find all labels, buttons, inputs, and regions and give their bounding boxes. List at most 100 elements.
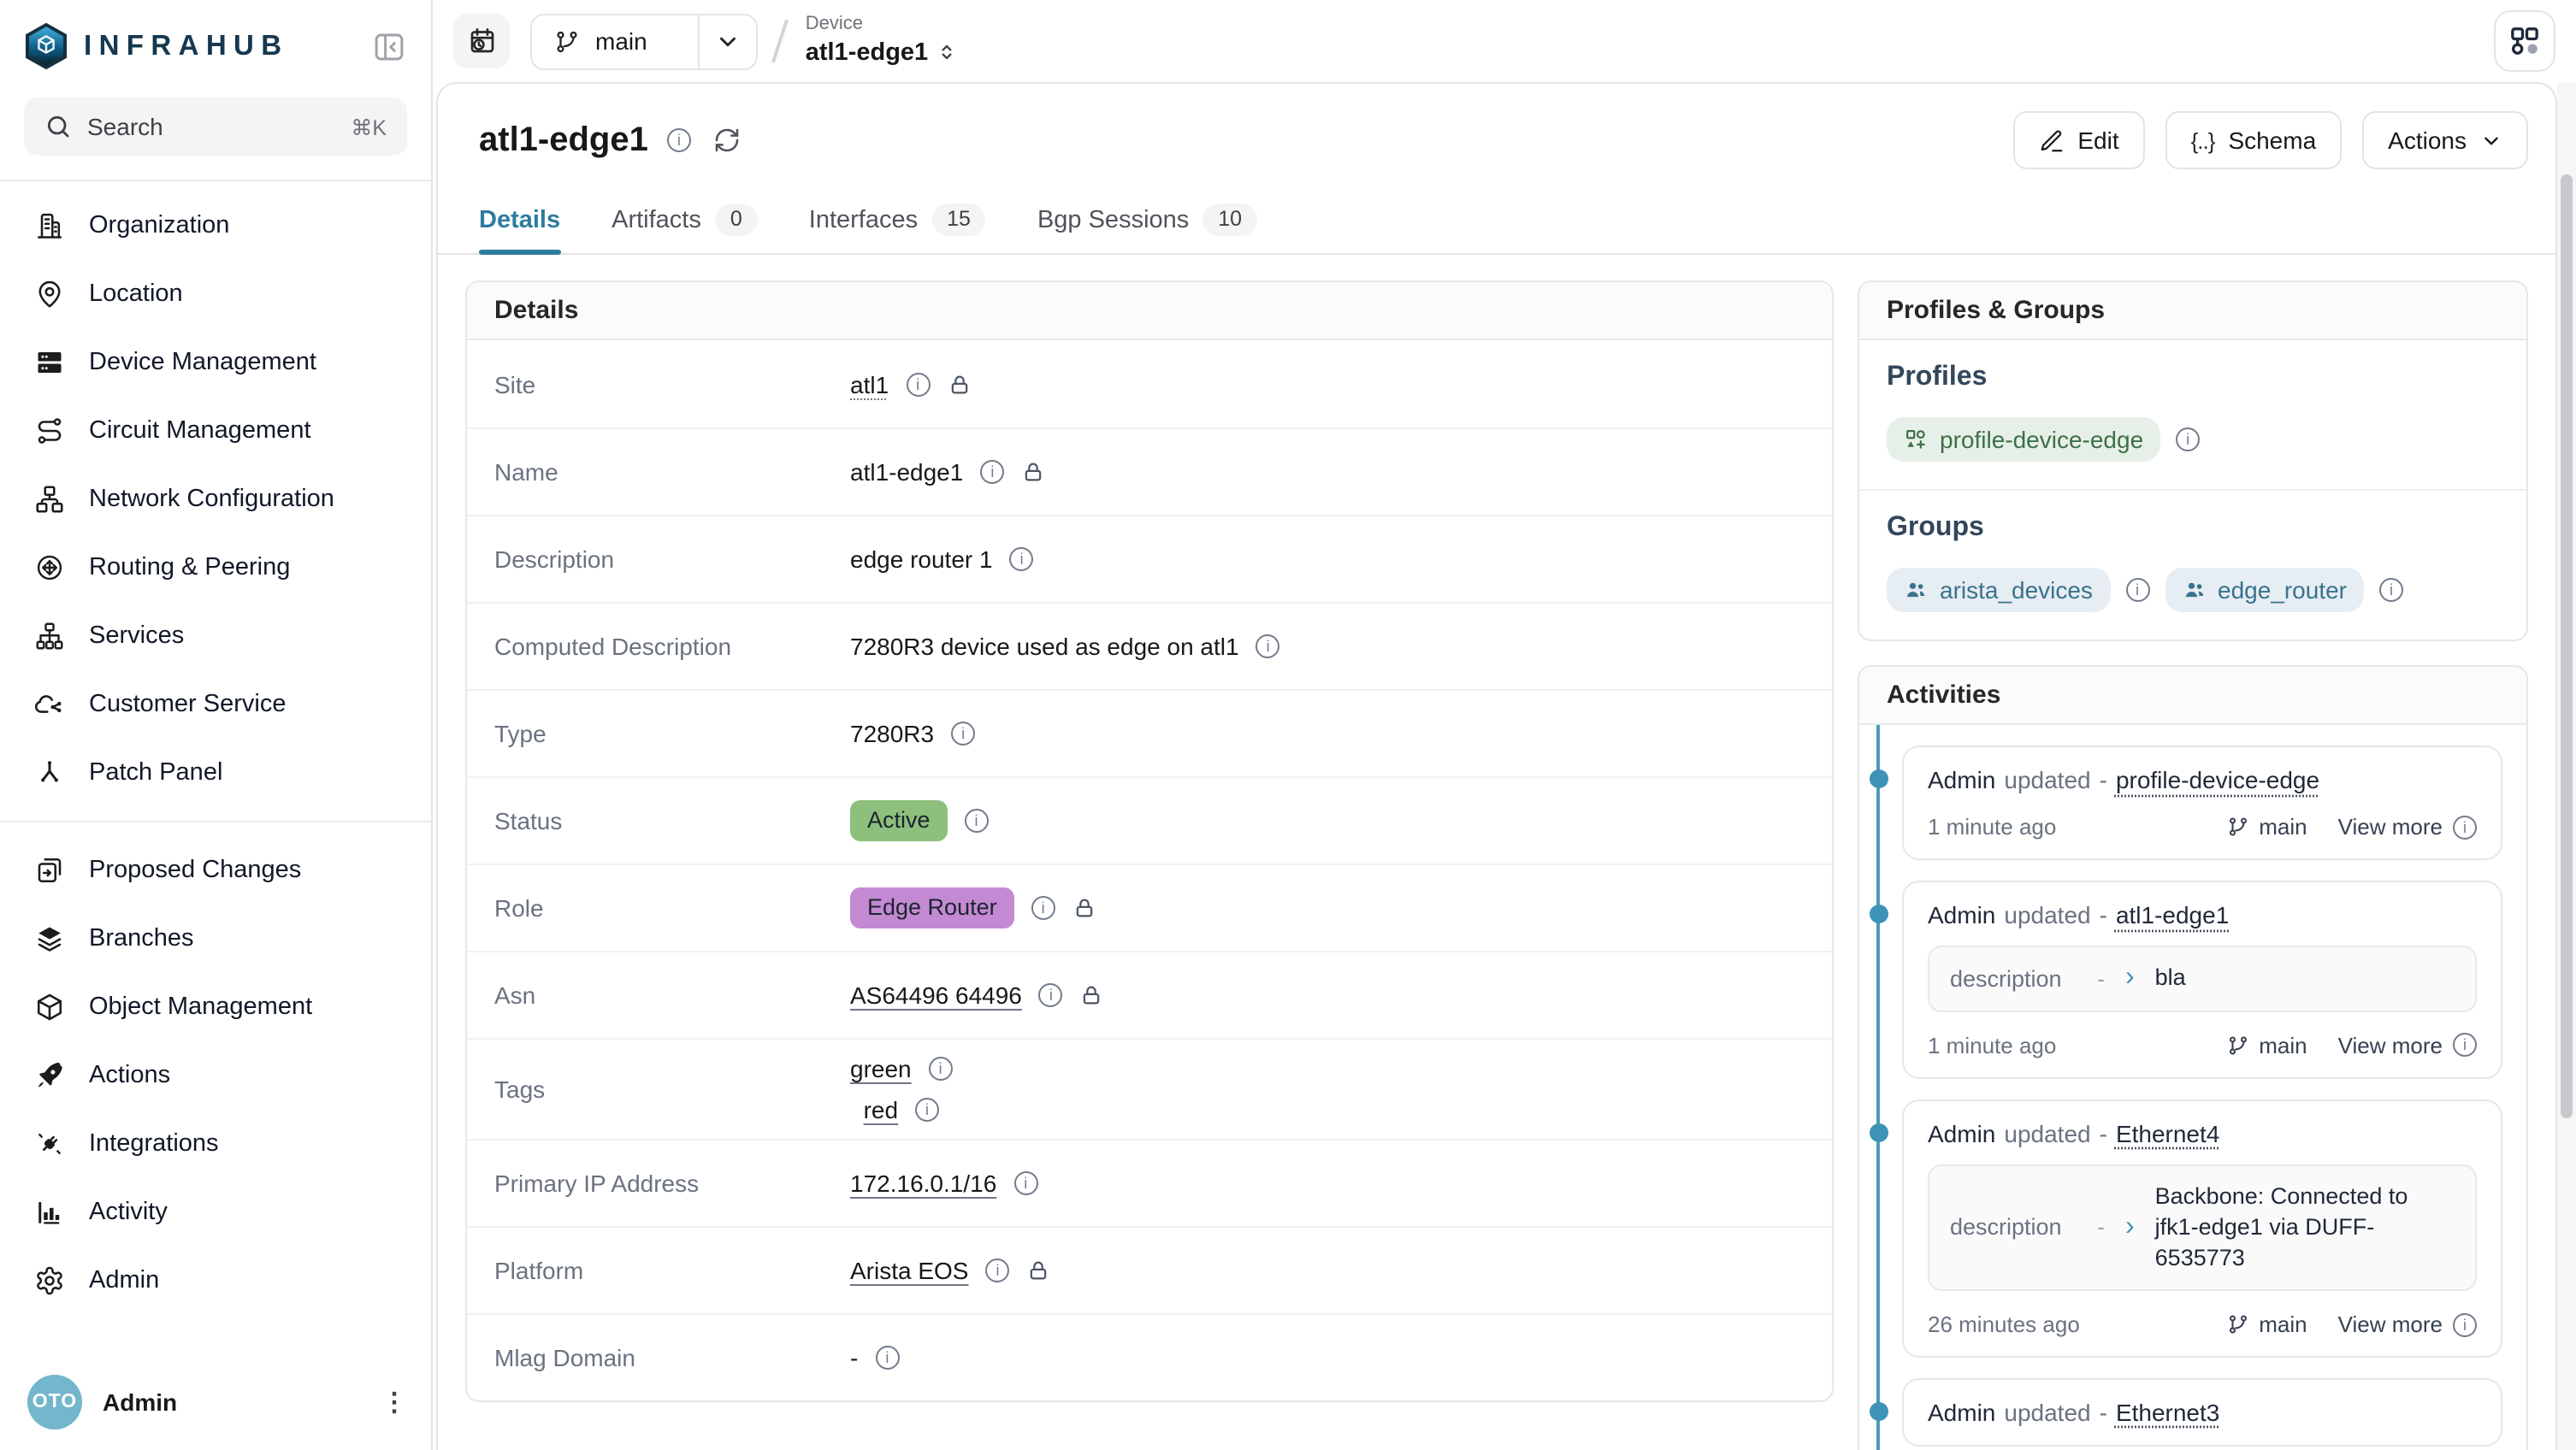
site-link[interactable]: atl1 <box>850 370 889 398</box>
sidebar-item-integrations[interactable]: Integrations <box>0 1110 431 1178</box>
tag-link-red[interactable]: red <box>864 1096 898 1123</box>
activity-time: 1 minute ago <box>1928 1032 2056 1058</box>
plug-icon <box>34 1129 65 1159</box>
activity-actor: Admin <box>1928 902 1995 929</box>
info-icon[interactable] <box>980 460 1004 484</box>
sidebar-item-object-management[interactable]: Object Management <box>0 973 431 1041</box>
info-icon[interactable] <box>2125 579 2149 603</box>
diff-field: description <box>1950 1215 2077 1241</box>
field-label: Status <box>494 807 850 834</box>
refresh-icon[interactable] <box>713 127 741 154</box>
branch-selector[interactable]: main <box>530 13 759 69</box>
branch-name: main <box>595 27 647 55</box>
scrollbar-thumb[interactable] <box>2561 174 2573 1118</box>
schema-visualizer-icon[interactable] <box>2494 10 2555 72</box>
bar-chart-icon <box>34 1197 65 1228</box>
sidebar-item-routing-peering[interactable]: Routing & Peering <box>0 533 431 602</box>
search-placeholder: Search <box>87 113 163 140</box>
info-icon[interactable] <box>2379 579 2403 603</box>
title-info-icon[interactable] <box>667 128 691 152</box>
map-pin-icon <box>34 279 65 309</box>
info-icon[interactable] <box>875 1346 899 1370</box>
info-icon[interactable] <box>1039 983 1063 1007</box>
group-chip-arista-devices[interactable]: arista_devices <box>1887 568 2110 612</box>
sidebar-item-device-management[interactable]: Device Management <box>0 328 431 397</box>
info-icon[interactable] <box>915 1098 939 1122</box>
view-more-link[interactable]: View more <box>2338 815 2477 840</box>
sidebar-item-admin[interactable]: Admin <box>0 1247 431 1315</box>
tab-bgp-sessions[interactable]: Bgp Sessions 10 <box>1037 186 1257 253</box>
sidebar-item-branches[interactable]: Branches <box>0 905 431 973</box>
breadcrumb-object-selector[interactable]: atl1-edge1 <box>806 38 957 68</box>
detail-row-role: Role Edge Router <box>467 864 1832 951</box>
activity-branch: main <box>2226 1312 2307 1338</box>
lock-icon <box>1021 460 1045 484</box>
info-icon[interactable] <box>2176 427 2200 451</box>
breadcrumb-type: Device <box>806 14 957 38</box>
info-icon[interactable] <box>906 372 930 396</box>
sidebar-item-label: Actions <box>89 1062 170 1089</box>
activity-object-link[interactable]: atl1-edge1 <box>2116 902 2229 929</box>
brand-wordmark: INFRAHUB <box>84 30 289 62</box>
actions-dropdown-button[interactable]: Actions <box>2362 111 2528 169</box>
sidebar-item-services[interactable]: Services <box>0 602 431 670</box>
user-name: Admin <box>103 1388 177 1416</box>
activity-branch-name: main <box>2259 1032 2307 1058</box>
info-icon[interactable] <box>965 809 989 833</box>
app-window: INFRAHUB Search ⌘K <box>0 0 2576 1450</box>
split-icon <box>34 757 65 788</box>
sidebar-item-actions[interactable]: Actions <box>0 1041 431 1110</box>
activity-object-link[interactable]: profile-device-edge <box>2116 767 2319 794</box>
group-chip-edge-router[interactable]: edge_router <box>2165 568 2364 612</box>
search-icon <box>44 113 72 140</box>
platform-link[interactable]: Arista EOS <box>850 1257 969 1284</box>
sidebar: INFRAHUB Search ⌘K <box>0 0 433 1450</box>
time-travel-calendar-icon[interactable] <box>453 14 510 68</box>
sidebar-item-customer-service[interactable]: Customer Service <box>0 670 431 739</box>
info-icon[interactable] <box>1010 547 1034 571</box>
field-value: edge router 1 <box>850 545 993 573</box>
sidebar-item-organization[interactable]: Organization <box>0 192 431 260</box>
info-icon[interactable] <box>986 1258 1010 1282</box>
sidebar-item-circuit-management[interactable]: Circuit Management <box>0 397 431 465</box>
sidebar-item-proposed-changes[interactable]: Proposed Changes <box>0 836 431 905</box>
primary-ip-link[interactable]: 172.16.0.1/16 <box>850 1170 996 1197</box>
info-icon[interactable] <box>1031 896 1055 920</box>
tab-artifacts[interactable]: Artifacts 0 <box>612 186 758 253</box>
nav-primary: Organization Location <box>0 192 431 807</box>
activity-object-link[interactable]: Ethernet4 <box>2116 1119 2219 1146</box>
sidebar-item-label: Circuit Management <box>89 417 311 445</box>
info-icon[interactable] <box>951 722 975 746</box>
layers-icon <box>34 923 65 954</box>
sidebar-item-network-configuration[interactable]: Network Configuration <box>0 465 431 533</box>
sidebar-collapse-icon[interactable] <box>371 28 407 64</box>
sidebar-item-label: Integrations <box>89 1130 219 1158</box>
edit-button[interactable]: Edit <box>2012 111 2144 169</box>
search-input[interactable]: Search ⌘K <box>24 97 407 156</box>
tag-link-green[interactable]: green <box>850 1055 912 1082</box>
sidebar-item-activity[interactable]: Activity <box>0 1178 431 1247</box>
info-icon[interactable] <box>1256 634 1280 658</box>
file-diff-icon <box>34 855 65 886</box>
info-icon[interactable] <box>1013 1171 1037 1195</box>
activity-actor: Admin <box>1928 1400 1995 1427</box>
profile-chip[interactable]: profile-device-edge <box>1887 417 2160 462</box>
sidebar-item-location[interactable]: Location <box>0 260 431 328</box>
tab-details[interactable]: Details <box>479 186 560 253</box>
page-title: atl1-edge1 <box>479 121 648 160</box>
role-badge: Edge Router <box>850 887 1014 928</box>
activity-object-link[interactable]: Ethernet3 <box>2116 1400 2219 1427</box>
view-more-link[interactable]: View more <box>2338 1312 2477 1338</box>
scrollbar-track <box>2557 82 2576 1450</box>
info-icon[interactable] <box>929 1057 953 1081</box>
schema-button[interactable]: {..} Schema <box>2165 111 2343 169</box>
view-more-link[interactable]: View more <box>2338 1032 2477 1058</box>
asn-link[interactable]: AS64496 64496 <box>850 981 1022 1009</box>
user-menu-kebab-icon[interactable]: ⋮ <box>381 1389 407 1415</box>
field-label: Site <box>494 370 850 398</box>
chevron-down-icon[interactable] <box>700 15 757 68</box>
sidebar-item-patch-panel[interactable]: Patch Panel <box>0 739 431 807</box>
diff-arrow-icon: › <box>2125 1214 2135 1241</box>
diff-old-value: - <box>2097 1215 2105 1241</box>
tab-interfaces[interactable]: Interfaces 15 <box>809 186 986 253</box>
